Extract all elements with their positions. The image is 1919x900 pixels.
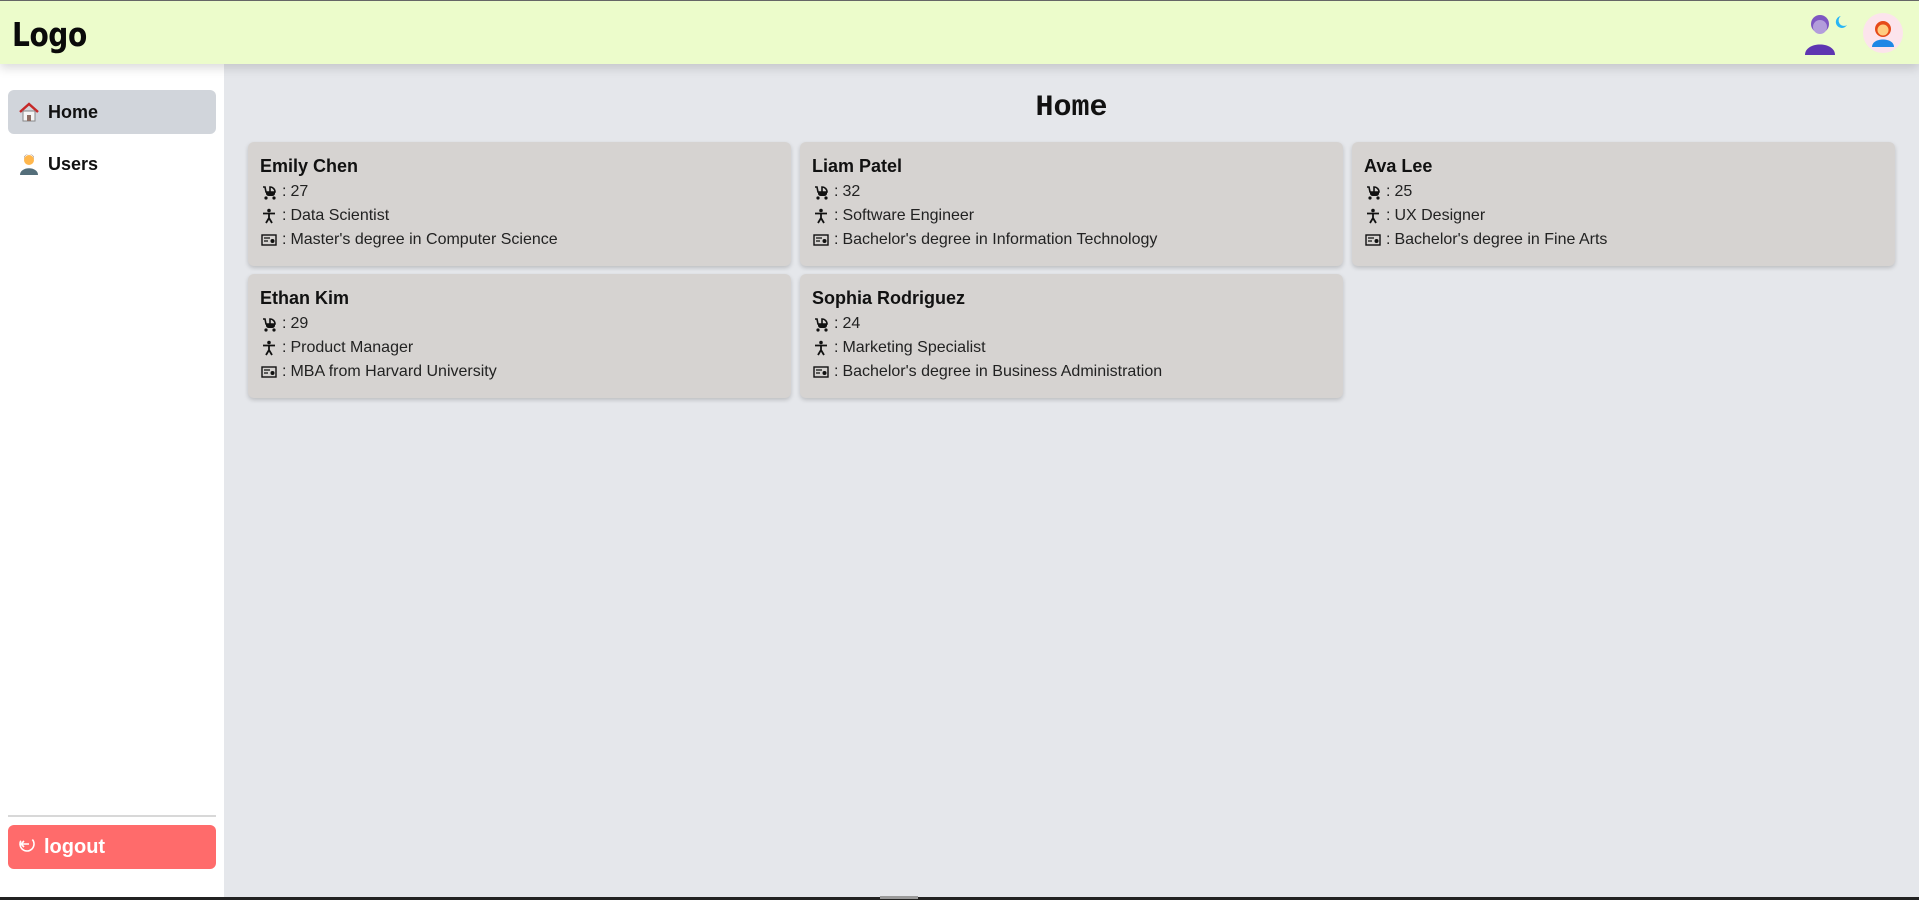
- logout-icon: [18, 835, 36, 859]
- baby-carriage-icon: [812, 315, 830, 333]
- user-name: Liam Patel: [812, 156, 903, 176]
- user-education: Bachelor's degree in Information Technol…: [842, 231, 1158, 248]
- user-education-row: : Master's degree in Computer Science: [260, 228, 779, 252]
- user-avatar[interactable]: [1863, 13, 1903, 53]
- baby-carriage-icon: [1364, 183, 1382, 201]
- window-resize-handle[interactable]: [880, 896, 918, 899]
- sidebar-item-label: Users: [48, 153, 99, 174]
- person-standing-icon: [812, 207, 830, 225]
- sidebar-divider: [8, 815, 216, 817]
- user-job-row: : UX Designer: [1364, 204, 1883, 228]
- sidebar: Home Users logout: [0, 64, 224, 898]
- user-card[interactable]: Liam Patel : 32 : Software Engineer : Ba…: [800, 142, 1343, 266]
- user-age: 27: [290, 183, 309, 200]
- user-age: 32: [842, 183, 861, 200]
- user-job-row: : Data Scientist: [260, 204, 779, 228]
- user-name: Sophia Rodriguez: [812, 288, 965, 308]
- logout-button[interactable]: logout: [8, 825, 216, 869]
- main-content: Home Emily Chen : 27 : Data Scientist : …: [224, 64, 1919, 898]
- person-standing-icon: [812, 339, 830, 357]
- user-age-row: : 27: [260, 180, 779, 204]
- degree-certificate-icon: [812, 363, 830, 381]
- user-education-row: : Bachelor's degree in Fine Arts: [1364, 228, 1883, 252]
- person-standing-icon: [260, 207, 278, 225]
- degree-certificate-icon: [812, 231, 830, 249]
- logout-label: logout: [44, 835, 106, 858]
- user-education-row: : MBA from Harvard University: [260, 360, 779, 384]
- user-card[interactable]: Ava Lee : 25 : UX Designer : Bachelor's …: [1352, 142, 1895, 266]
- page-title: Home: [1035, 91, 1108, 125]
- user-job: Product Manager: [290, 339, 414, 356]
- user-name: Emily Chen: [260, 156, 359, 176]
- user-card[interactable]: Ethan Kim : 29 : Product Manager : MBA f…: [248, 274, 791, 398]
- baby-carriage-icon: [260, 315, 278, 333]
- user-age: 29: [290, 315, 309, 332]
- woman-avatar-icon: [1872, 21, 1894, 47]
- user-name: Ethan Kim: [260, 288, 350, 308]
- user-education-row: : Bachelor's degree in Information Techn…: [812, 228, 1331, 252]
- sidebar-item-label: Home: [48, 101, 99, 122]
- sidebar-item-home[interactable]: Home: [8, 90, 216, 134]
- theme-toggle-button[interactable]: [1801, 11, 1849, 55]
- user-age-row: : 29: [260, 312, 779, 336]
- degree-certificate-icon: [1364, 231, 1382, 249]
- user-age-row: : 32: [812, 180, 1331, 204]
- baby-carriage-icon: [812, 183, 830, 201]
- user-job: UX Designer: [1394, 207, 1486, 224]
- house-icon: [18, 101, 40, 123]
- user-age-row: : 25: [1364, 180, 1883, 204]
- user-education: Bachelor's degree in Fine Arts: [1394, 231, 1608, 248]
- baby-carriage-icon: [260, 183, 278, 201]
- user-job: Marketing Specialist: [842, 339, 986, 356]
- user-job-row: : Software Engineer: [812, 204, 1331, 228]
- user-education-row: : Bachelor's degree in Business Administ…: [812, 360, 1331, 384]
- header-actions: [1801, 11, 1903, 55]
- person-standing-icon: [260, 339, 278, 357]
- user-job: Data Scientist: [290, 207, 390, 224]
- user-education: Bachelor's degree in Business Administra…: [842, 363, 1163, 380]
- person-icon: [18, 153, 40, 175]
- dark-mode-person-icon: [1805, 15, 1847, 55]
- user-age: 24: [842, 315, 861, 332]
- degree-certificate-icon: [260, 363, 278, 381]
- user-age-row: : 24: [812, 312, 1331, 336]
- person-standing-icon: [1364, 207, 1382, 225]
- user-education: Master's degree in Computer Science: [290, 231, 558, 248]
- user-education: MBA from Harvard University: [290, 363, 497, 380]
- logo[interactable]: Logo: [12, 15, 87, 54]
- user-age: 25: [1394, 183, 1413, 200]
- sidebar-item-users[interactable]: Users: [8, 142, 216, 186]
- user-card[interactable]: Emily Chen : 27 : Data Scientist : Maste…: [248, 142, 791, 266]
- user-job-row: : Product Manager: [260, 336, 779, 360]
- user-name: Ava Lee: [1364, 156, 1433, 176]
- top-header: Logo: [0, 0, 1919, 64]
- user-card[interactable]: Sophia Rodriguez : 24 : Marketing Specia…: [800, 274, 1343, 398]
- user-job: Software Engineer: [842, 207, 975, 224]
- user-job-row: : Marketing Specialist: [812, 336, 1331, 360]
- degree-certificate-icon: [260, 231, 278, 249]
